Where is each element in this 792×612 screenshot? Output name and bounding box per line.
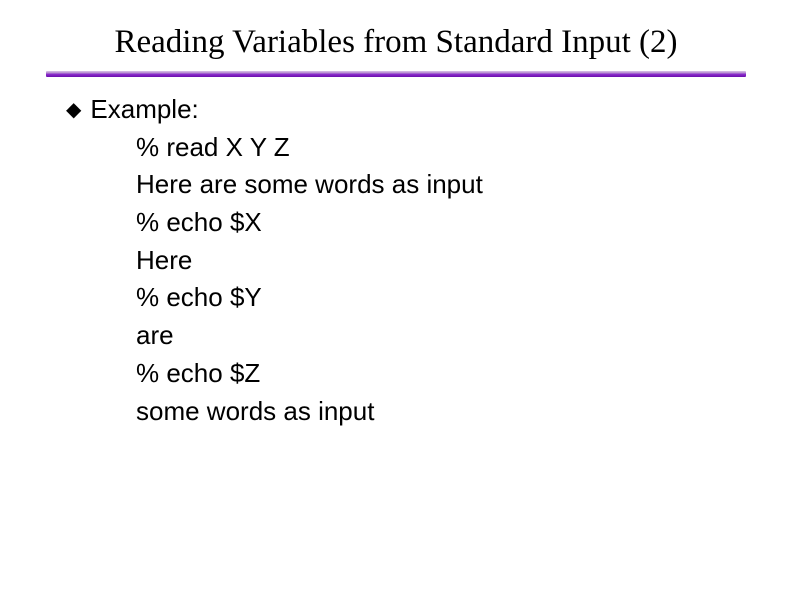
diamond-bullet-icon: ◆ (66, 96, 81, 125)
slide-content: ◆ Example: % read X Y Z Here are some wo… (0, 77, 792, 430)
code-block: % read X Y Z Here are some words as inpu… (66, 129, 792, 431)
code-line: Here (136, 242, 792, 280)
slide-title: Reading Variables from Standard Input (2… (0, 0, 792, 71)
code-line: % echo $Y (136, 279, 792, 317)
code-line: % echo $X (136, 204, 792, 242)
code-line: some words as input (136, 393, 792, 431)
example-label: Example: (90, 91, 198, 129)
code-line: Here are some words as input (136, 166, 792, 204)
code-line: are (136, 317, 792, 355)
bullet-item: ◆ Example: (66, 91, 792, 129)
code-line: % echo $Z (136, 355, 792, 393)
code-line: % read X Y Z (136, 129, 792, 167)
